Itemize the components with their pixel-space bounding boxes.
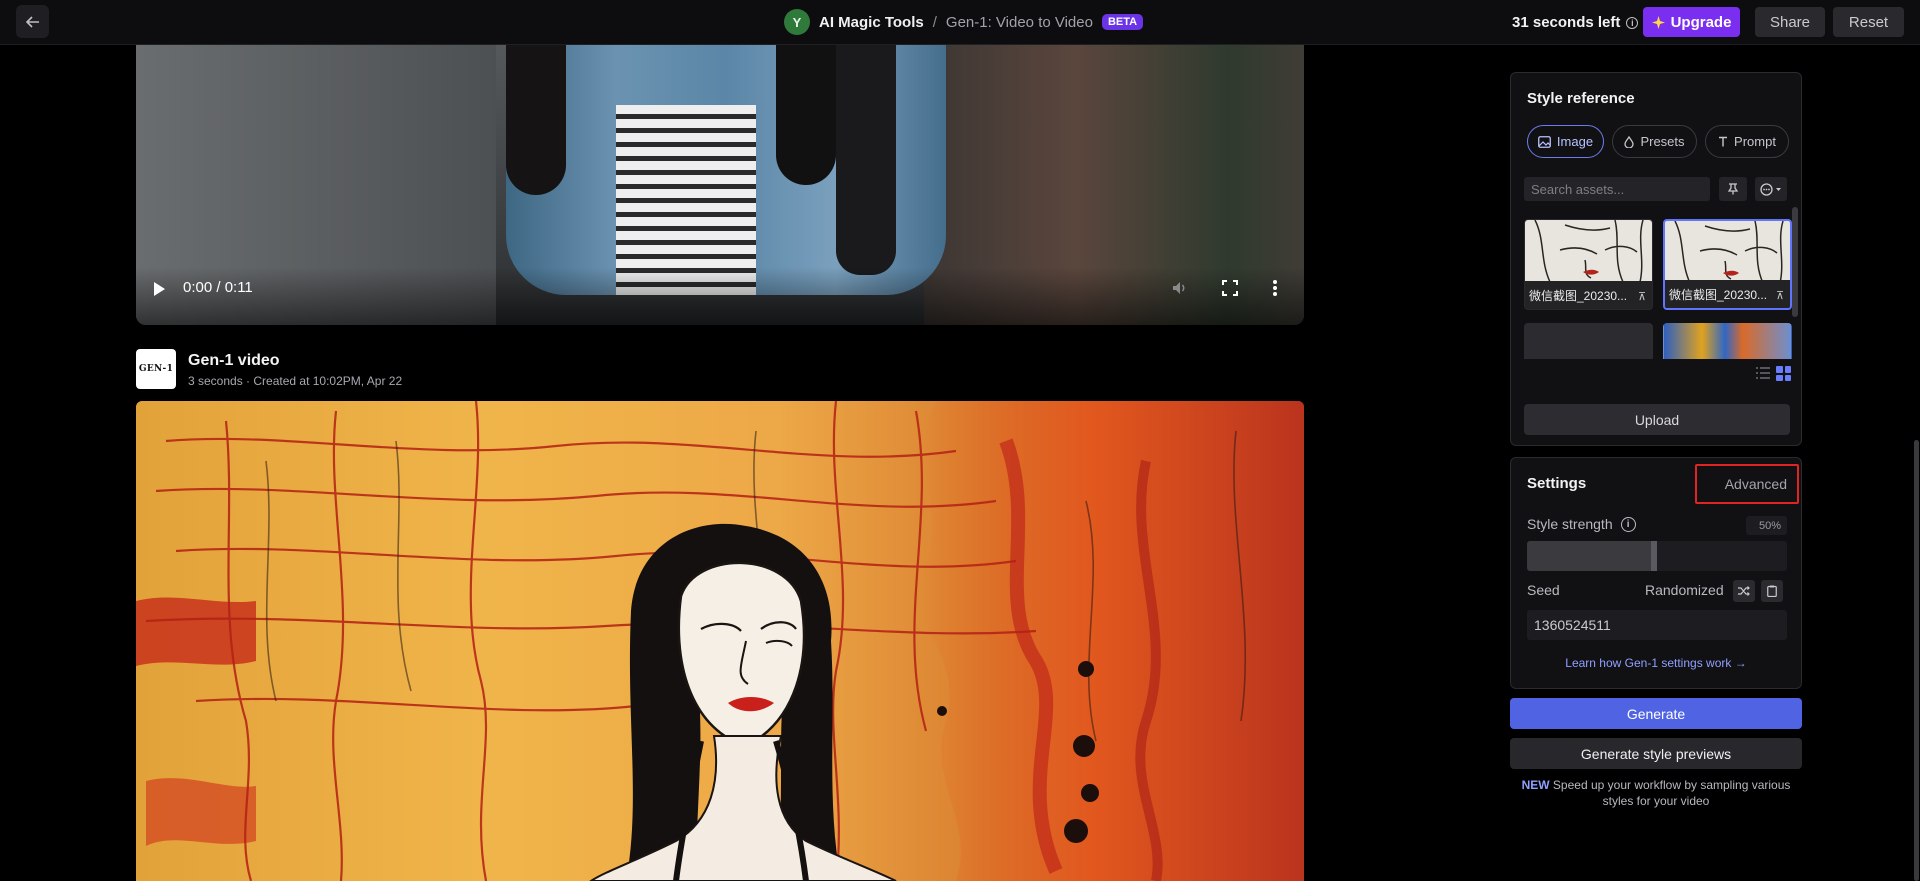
reset-button[interactable]: Reset xyxy=(1833,7,1904,37)
volume-icon[interactable] xyxy=(1172,280,1188,296)
text-icon xyxy=(1719,136,1728,147)
info-icon[interactable]: i xyxy=(1620,516,1636,532)
asset-scrollbar[interactable] xyxy=(1792,207,1798,317)
shuffle-icon xyxy=(1738,586,1750,596)
output-subtitle: 3 seconds · Created at 10:02PM, Apr 22 xyxy=(188,374,403,388)
more-filter-button[interactable] xyxy=(1755,177,1787,201)
pin-icon xyxy=(1728,183,1738,195)
time-left-text: 31 seconds left xyxy=(1512,14,1621,31)
settings-title: Settings xyxy=(1527,475,1587,492)
asset-caption: 微信截图_20230... xyxy=(1525,281,1652,309)
advanced-button[interactable]: Advanced xyxy=(1695,464,1799,504)
top-bar: Y AI Magic Tools / Gen-1: Video to Video… xyxy=(0,0,1920,45)
breadcrumb: Y AI Magic Tools / Gen-1: Video to Video… xyxy=(784,9,1144,35)
seed-input[interactable] xyxy=(1527,610,1787,640)
pin-icon[interactable]: ⊼ xyxy=(1638,290,1646,303)
promo-description: Speed up your workflow by sampling vario… xyxy=(1549,778,1791,808)
asset-thumbnail xyxy=(1665,221,1790,283)
beta-badge: BETA xyxy=(1101,14,1144,30)
settings-panel: Settings Advanced Style strength i 50% S… xyxy=(1510,457,1802,689)
tab-prompt[interactable]: Prompt xyxy=(1705,125,1789,158)
clipboard-icon xyxy=(1767,585,1777,597)
asset-card-selected[interactable]: 微信截图_20230... ⊼ xyxy=(1663,219,1792,310)
style-strength-value[interactable]: 50% xyxy=(1746,516,1787,535)
droplet-icon xyxy=(1624,135,1635,148)
grid-view-icon[interactable] xyxy=(1776,366,1791,381)
upgrade-button[interactable]: Upgrade xyxy=(1643,7,1740,37)
asset-thumbnail xyxy=(1525,220,1652,282)
ellipsis-circle-icon xyxy=(1760,182,1773,196)
style-strength-slider[interactable] xyxy=(1527,541,1787,571)
generate-button[interactable]: Generate xyxy=(1510,698,1802,729)
more-options-icon[interactable] xyxy=(1272,280,1278,296)
share-button[interactable]: Share xyxy=(1755,7,1825,37)
seed-label: Seed xyxy=(1527,582,1560,598)
sparkle-icon xyxy=(1651,15,1665,29)
style-reference-title: Style reference xyxy=(1527,90,1635,107)
back-button[interactable] xyxy=(16,5,49,38)
arrow-left-icon xyxy=(25,15,39,28)
play-icon[interactable] xyxy=(154,282,165,296)
asset-card[interactable] xyxy=(1663,323,1792,359)
generated-artwork xyxy=(136,401,1304,881)
video-controls: 0:00 / 0:11 xyxy=(136,267,1304,325)
video-frame-detail xyxy=(506,45,566,195)
breadcrumb-separator: / xyxy=(932,13,937,31)
output-title: Gen-1 video xyxy=(188,352,280,369)
tab-image[interactable]: Image xyxy=(1527,125,1604,158)
asset-card[interactable]: 微信截图_20230... ⊼ xyxy=(1524,219,1653,310)
asset-caption: 微信截图_20230... xyxy=(1665,280,1790,308)
tab-presets[interactable]: Presets xyxy=(1612,125,1697,158)
pin-filter-button[interactable] xyxy=(1719,177,1747,201)
time-left: 31 seconds left i xyxy=(1512,14,1639,31)
image-icon xyxy=(1538,135,1551,148)
learn-settings-link[interactable]: Learn how Gen-1 settings work → xyxy=(1511,656,1801,670)
shuffle-button[interactable] xyxy=(1733,580,1755,602)
asset-card[interactable] xyxy=(1524,323,1653,359)
generate-style-previews-button[interactable]: Generate style previews xyxy=(1510,738,1802,769)
pin-icon[interactable]: ⊼ xyxy=(1776,289,1784,302)
copy-seed-button[interactable] xyxy=(1761,580,1783,602)
asset-grid: 微信截图_20230... ⊼ 微信截图_20230... ⊼ xyxy=(1524,219,1796,359)
list-view-icon[interactable] xyxy=(1756,367,1770,379)
avatar[interactable]: Y xyxy=(784,9,810,35)
page-scrollbar[interactable] xyxy=(1914,440,1919,881)
breadcrumb-app[interactable]: AI Magic Tools xyxy=(819,14,924,31)
style-reference-panel: Style reference Image Presets Prompt 微信截… xyxy=(1510,72,1802,446)
style-strength-label: Style strength i xyxy=(1527,516,1636,532)
video-frame-detail xyxy=(836,45,896,275)
tab-prompt-label: Prompt xyxy=(1734,134,1776,149)
style-strength-slider-fill xyxy=(1527,541,1657,571)
new-badge: NEW xyxy=(1521,778,1550,792)
chevron-down-icon xyxy=(1776,187,1781,191)
fullscreen-icon[interactable] xyxy=(1222,280,1238,296)
video-time: 0:00 / 0:11 xyxy=(183,279,253,296)
video-frame-detail xyxy=(776,45,836,185)
breadcrumb-page: Gen-1: Video to Video xyxy=(945,13,1093,31)
info-icon[interactable]: i xyxy=(1626,16,1639,29)
source-video[interactable]: 0:00 / 0:11 xyxy=(136,45,1304,325)
generated-video[interactable] xyxy=(136,401,1304,881)
promo-text: NEW Speed up your workflow by sampling v… xyxy=(1510,777,1802,809)
gen1-logo: GEN-1 xyxy=(136,349,176,389)
tab-presets-label: Presets xyxy=(1640,134,1685,149)
search-assets-input[interactable] xyxy=(1524,177,1710,201)
upload-button[interactable]: Upload xyxy=(1524,404,1790,435)
randomized-label: Randomized xyxy=(1645,582,1724,598)
style-strength-text: Style strength xyxy=(1527,516,1613,532)
upgrade-label: Upgrade xyxy=(1670,13,1732,31)
tab-image-label: Image xyxy=(1556,134,1594,149)
